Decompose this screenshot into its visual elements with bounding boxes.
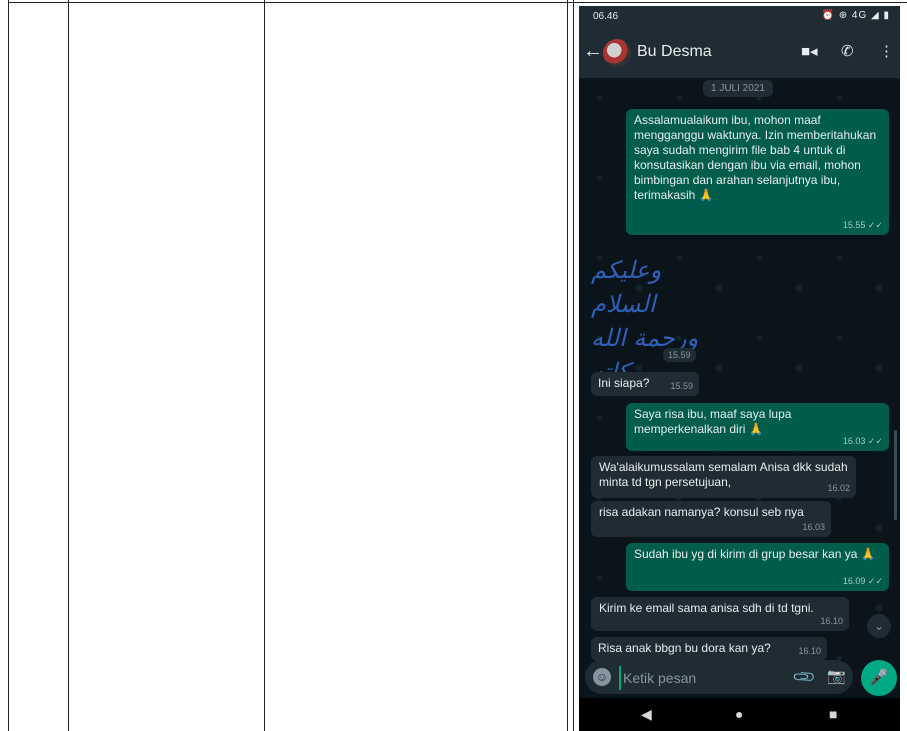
video-call-icon[interactable]: ■◂: [801, 42, 818, 60]
more-options-icon[interactable]: ⋮: [879, 42, 894, 60]
nav-recents-icon[interactable]: ■: [829, 706, 837, 722]
table-border: [264, 0, 265, 731]
message-time: 16.03: [802, 522, 825, 532]
message-time: 16.10: [798, 646, 821, 656]
status-bar: 06.46 ⏰ ⊕ 4G ◢ ▮: [579, 6, 900, 28]
message-text: Sudah ibu yg di kirim di grup besar kan …: [634, 547, 876, 561]
camera-icon[interactable]: 📷: [827, 667, 846, 685]
attach-icon[interactable]: 📎: [791, 664, 817, 690]
avatar[interactable]: [603, 39, 631, 67]
message-text: Wa'alaikumussalam semalam Anisa dkk suda…: [599, 460, 848, 489]
message-outgoing[interactable]: Assalamualaikum ibu, mohon maaf menggang…: [626, 109, 889, 235]
message-text: risa adakan namanya? konsul seb nya: [599, 505, 804, 519]
status-time: 06.46: [593, 11, 619, 22]
phone-call-icon[interactable]: ✆: [841, 42, 854, 60]
message-time: 15.55 ✓✓: [842, 220, 883, 230]
message-text: Ini siapa?: [598, 376, 650, 390]
message-incoming[interactable]: Ini siapa? 15.59: [591, 372, 699, 396]
microphone-icon[interactable]: 🎤: [861, 660, 897, 696]
message-time: 15.59: [670, 381, 693, 391]
contact-name[interactable]: Bu Desma: [637, 43, 712, 61]
chat-header: ← Bu Desma ■◂ ✆ ⋮: [579, 28, 900, 78]
sticker-line: وعليكم السلام: [591, 256, 662, 318]
table-top-border: [8, 2, 907, 3]
emoji-icon[interactable]: ☺: [593, 668, 611, 686]
table-border: [8, 0, 9, 731]
back-arrow-icon[interactable]: ←: [583, 40, 603, 63]
message-text: Kirim ke email sama anisa sdh di td tgni…: [599, 601, 814, 615]
nav-home-icon[interactable]: ●: [735, 706, 743, 722]
message-outgoing[interactable]: Sudah ibu yg di kirim di grup besar kan …: [626, 543, 889, 591]
nav-back-icon[interactable]: ◀: [641, 706, 652, 723]
message-input[interactable]: [619, 666, 785, 690]
salam-sticker[interactable]: وعليكم السلام ورحمة الله وبركاته: [591, 253, 701, 386]
message-text: Assalamualaikum ibu, mohon maaf menggang…: [634, 113, 877, 202]
message-text: Saya risa ibu, maaf saya lupa memperkena…: [634, 407, 792, 436]
message-time: 16.02: [827, 483, 850, 493]
message-incoming[interactable]: Wa'alaikumussalam semalam Anisa dkk suda…: [591, 456, 856, 498]
message-text: Risa anak bbgn bu dora kan ya?: [598, 641, 771, 655]
message-outgoing[interactable]: Saya risa ibu, maaf saya lupa memperkena…: [626, 403, 889, 451]
message-incoming[interactable]: Risa anak bbgn bu dora kan ya? 16.10: [591, 637, 827, 661]
message-time: 16.03 ✓✓: [842, 436, 883, 446]
composer: ☺ 📎 📷: [585, 660, 853, 694]
table-border: [573, 0, 574, 731]
message-incoming[interactable]: Kirim ke email sama anisa sdh di td tgni…: [591, 597, 849, 631]
whatsapp-screenshot: 06.46 ⏰ ⊕ 4G ◢ ▮ ← Bu Desma ■◂ ✆ ⋮ 1 JUL…: [579, 6, 900, 731]
message-time: 16.10: [820, 616, 843, 626]
message-time: 16.09 ✓✓: [842, 576, 883, 586]
android-nav-bar: ◀ ● ■: [579, 698, 900, 731]
date-chip: 1 JULI 2021: [703, 80, 773, 97]
chat-scrollbar[interactable]: [894, 430, 897, 520]
table-border: [567, 0, 568, 731]
status-icons: ⏰ ⊕ 4G ◢ ▮: [821, 10, 890, 21]
scroll-down-icon[interactable]: ⌄: [867, 614, 891, 638]
sticker-time: 15.59: [663, 348, 696, 362]
table-border: [68, 0, 69, 731]
message-incoming[interactable]: risa adakan namanya? konsul seb nya 16.0…: [591, 501, 831, 537]
